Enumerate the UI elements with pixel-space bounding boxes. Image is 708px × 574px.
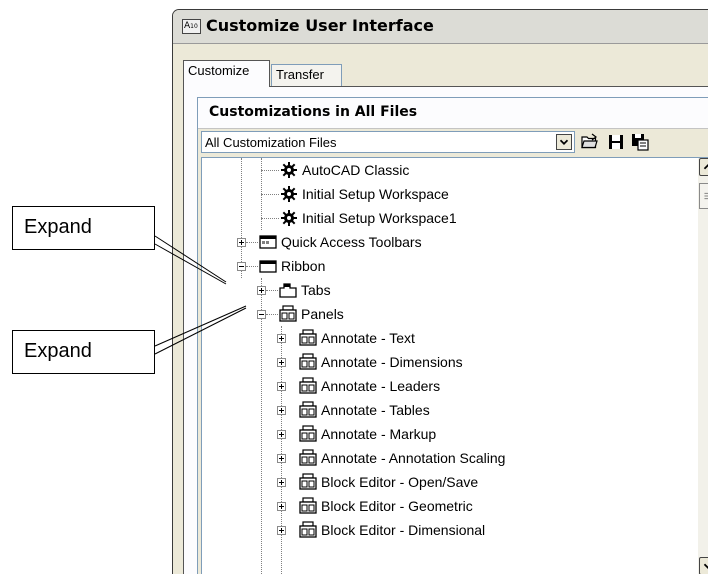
workspace-icon [281, 210, 297, 226]
tree-item-label: Annotate - Dimensions [321, 354, 463, 370]
expand-toggle[interactable] [237, 238, 246, 247]
tree-guide [246, 266, 258, 267]
expand-callout-ribbon: Expand [12, 206, 155, 250]
expand-toggle[interactable] [277, 478, 286, 487]
tree-item-label: Panels [301, 306, 344, 322]
expand-toggle[interactable] [277, 430, 286, 439]
customization-file-dropdown[interactable]: All Customization Files [201, 131, 575, 153]
expand-toggle[interactable] [277, 406, 286, 415]
tree-item-label: Block Editor - Open/Save [321, 474, 479, 490]
scroll-thumb[interactable] [699, 183, 708, 209]
panel-icon [299, 425, 317, 442]
customizations-panel: Customizations in All Files All Customiz… [197, 97, 708, 574]
save-as-icon[interactable] [630, 132, 650, 152]
expand-toggle[interactable] [277, 382, 286, 391]
ribbon-icon [259, 260, 277, 273]
customize-ui-window: A10 Customize User Interface Customize T… [172, 9, 708, 574]
expand-toggle[interactable] [277, 454, 286, 463]
autocad-app-icon: A10 [182, 19, 201, 34]
panel-icon [299, 329, 317, 346]
customize-tab-content: Customizations in All Files All Customiz… [183, 86, 708, 574]
callout-text: Expand [24, 340, 92, 362]
chevron-down-icon[interactable] [556, 134, 572, 150]
tree-item-label: Annotate - Markup [321, 426, 437, 442]
tabs-icon [279, 283, 297, 298]
tree-guide [261, 194, 279, 195]
tab-strip: Customize Transfer [173, 60, 708, 87]
expand-toggle[interactable] [277, 334, 286, 343]
expand-callout-panels: Expand [12, 330, 155, 374]
expand-toggle[interactable] [257, 286, 266, 295]
toolbar-icon [259, 235, 277, 249]
tab-customize[interactable]: Customize [183, 60, 270, 87]
tree-item-label: Annotate - Annotation Scaling [321, 450, 506, 466]
panels-icon [279, 305, 297, 322]
panel-icon [299, 353, 317, 370]
tree-guide [246, 242, 258, 243]
tree-item-label: Block Editor - Dimensional [321, 522, 486, 538]
collapse-section-icon[interactable] [704, 104, 708, 122]
panel-icon [299, 473, 317, 490]
workspace-icon [281, 162, 297, 178]
tree-item-label: Tabs [301, 282, 331, 298]
tree-guide [241, 158, 242, 278]
save-icon[interactable] [606, 132, 626, 152]
tree-item-label: Initial Setup Workspace1 [302, 210, 457, 226]
tree-item-label: Annotate - Leaders [321, 378, 441, 394]
section-header: Customizations in All Files [198, 98, 708, 129]
collapse-toggle[interactable] [237, 262, 246, 271]
workspace-icon [281, 186, 297, 202]
tree-guide [266, 290, 278, 291]
customization-tree[interactable]: AutoCAD Classic Initial Setup Workspace [201, 157, 708, 574]
scroll-down-icon[interactable] [699, 557, 708, 574]
tree-scrollbar[interactable] [698, 158, 708, 574]
tree-guide [261, 170, 279, 171]
file-filter-row: All Customization Files [198, 129, 708, 155]
panel-icon [299, 449, 317, 466]
window-title: Customize User Interface [206, 16, 434, 35]
app-icon-version: 10 [190, 23, 198, 30]
tree-item-label: Quick Access Toolbars [281, 234, 422, 250]
section-title: Customizations in All Files [209, 104, 418, 120]
tree-guide [261, 218, 279, 219]
open-file-icon[interactable] [580, 132, 600, 152]
panel-icon [299, 401, 317, 418]
tree-guide [261, 278, 262, 574]
expand-toggle[interactable] [277, 526, 286, 535]
expand-toggle[interactable] [277, 358, 286, 367]
panel-icon [299, 521, 317, 538]
callout-text: Expand [24, 216, 92, 238]
tree-item-label: Initial Setup Workspace [302, 186, 449, 202]
tree-item-label: AutoCAD Classic [302, 162, 410, 178]
tree-item-label: Annotate - Tables [321, 402, 430, 418]
title-bar[interactable]: A10 Customize User Interface [173, 10, 708, 44]
panel-icon [299, 377, 317, 394]
tree-item-label: Block Editor - Geometric [321, 498, 473, 514]
panel-icon [299, 497, 317, 514]
tree-item-label: Ribbon [281, 258, 326, 274]
expand-toggle[interactable] [277, 502, 286, 511]
tree-item-label: Annotate - Text [321, 330, 415, 346]
tab-transfer[interactable]: Transfer [271, 64, 342, 86]
tree-guide [266, 314, 278, 315]
dropdown-value: All Customization Files [205, 135, 337, 150]
collapse-toggle[interactable] [257, 310, 266, 319]
scroll-up-icon[interactable] [699, 158, 708, 176]
